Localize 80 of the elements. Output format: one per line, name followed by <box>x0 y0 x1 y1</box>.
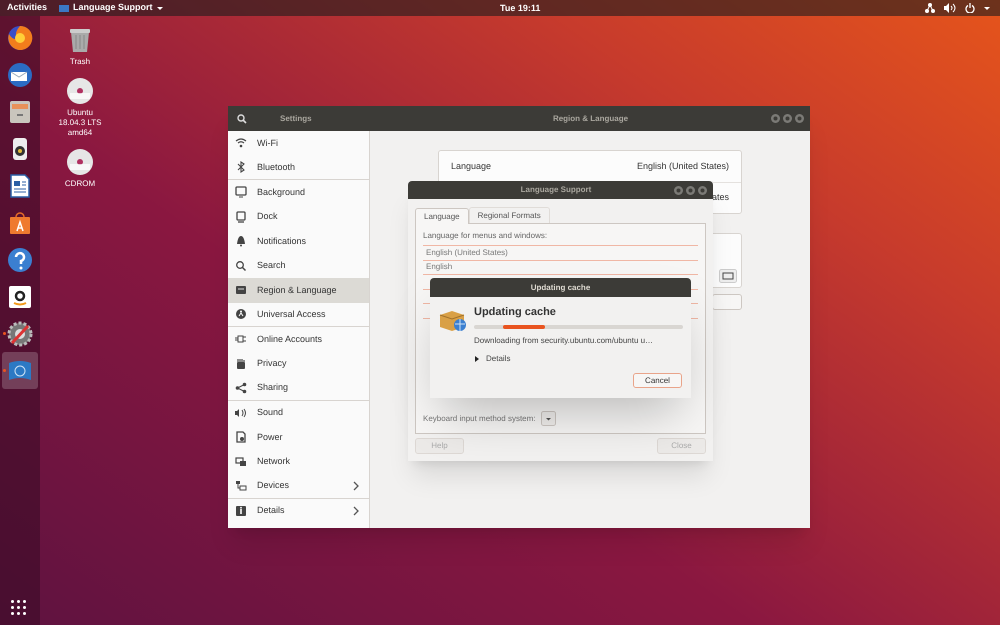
close-button[interactable] <box>795 114 804 123</box>
minimize-button[interactable] <box>674 186 683 194</box>
sidebar-item[interactable]: Power <box>228 425 369 450</box>
cancel-button[interactable]: Cancel <box>633 373 682 388</box>
tab[interactable]: Language <box>415 208 469 224</box>
dialog-title: Updating cache <box>530 282 590 294</box>
app-menu[interactable]: Language Support <box>59 1 163 15</box>
firefox-icon <box>6 24 34 52</box>
sidebar-item[interactable]: Universal Access <box>228 302 369 327</box>
sidebar-icon <box>235 456 247 468</box>
sidebar-icon <box>235 260 247 272</box>
dropdown-button[interactable] <box>540 411 556 426</box>
keyboard-icon[interactable] <box>719 269 737 283</box>
sidebar-icon <box>235 308 247 320</box>
sidebar-icon <box>235 186 247 198</box>
window-title: Language Support <box>520 184 592 196</box>
row-value: ates <box>712 191 729 204</box>
disc-icon <box>66 148 94 176</box>
maximize-button[interactable] <box>686 186 695 194</box>
mail-icon <box>6 60 34 88</box>
sidebar-icon <box>235 137 247 150</box>
sidebar-icon <box>235 406 247 419</box>
sidebar-item[interactable]: Background <box>228 180 369 204</box>
sidebar-icon <box>235 480 247 492</box>
sidebar-item[interactable]: Notifications <box>228 229 369 254</box>
icon-label[interactable]: Ubuntu 18.04.3 LTS amd64 <box>58 108 102 138</box>
language-item[interactable]: English (United States) <box>423 246 698 260</box>
sidebar-item[interactable]: Sharing <box>228 376 369 400</box>
field-label: Keyboard input method system: <box>423 412 536 424</box>
chevron-icon <box>353 506 359 516</box>
dialog-heading: Updating cache <box>474 305 557 319</box>
language-item[interactable]: English <box>423 260 698 275</box>
trash-icon <box>68 26 92 54</box>
caret-icon <box>156 6 163 10</box>
sidebar-item[interactable]: Region & Language <box>228 278 369 302</box>
window-title: Region & Language <box>552 112 628 124</box>
sidebar-icon <box>235 161 247 174</box>
row-label: Language <box>451 160 492 173</box>
expander-icon <box>474 356 480 362</box>
row-value: English (United States) <box>636 160 729 173</box>
sidebar-item[interactable]: Privacy <box>228 352 369 376</box>
sidebar-icon <box>235 504 247 517</box>
sidebar-icon <box>235 284 247 296</box>
disc-icon <box>66 77 94 105</box>
sidebar-item[interactable]: Bluetooth <box>228 156 369 180</box>
sidebar-item[interactable]: Wi-Fi <box>228 131 369 156</box>
sidebar-item[interactable]: Devices <box>228 474 369 498</box>
sidebar-item[interactable]: Details <box>228 498 369 523</box>
volume-icon[interactable] <box>944 3 956 13</box>
show-apps-icon[interactable] <box>11 600 26 615</box>
minimize-button[interactable] <box>771 114 780 123</box>
icon-label[interactable]: Trash <box>70 57 90 67</box>
sidebar-title: Settings <box>280 112 312 124</box>
sidebar-item[interactable]: Dock <box>228 204 369 229</box>
sidebar-item[interactable]: Sound <box>228 400 369 425</box>
network-icon[interactable] <box>925 3 935 13</box>
sidebar-item[interactable]: Online Accounts <box>228 327 369 352</box>
chevron-icon <box>353 480 359 491</box>
status-text: Downloading from security.ubuntu.com/ubuntu u… <box>474 335 654 347</box>
sidebar-icon <box>235 358 247 370</box>
sidebar-icon <box>235 210 247 223</box>
power-icon[interactable] <box>965 3 975 13</box>
search-icon[interactable] <box>237 114 247 124</box>
sidebar-icon <box>235 382 247 394</box>
details-expander[interactable]: Details <box>474 353 683 365</box>
clock[interactable]: Tue 19:11 <box>500 2 540 16</box>
sidebar-item[interactable]: Search <box>228 254 369 278</box>
icon-label[interactable]: CDROM <box>64 179 96 189</box>
list-label: Language for menus and windows: <box>423 230 548 242</box>
caret-icon[interactable] <box>984 6 990 10</box>
close-button[interactable] <box>698 186 707 194</box>
sidebar-icon <box>235 333 247 346</box>
maximize-button[interactable] <box>783 114 792 123</box>
activities-button[interactable]: Activities <box>7 1 48 15</box>
flag-icon <box>59 4 70 12</box>
sidebar-icon <box>235 431 247 444</box>
sidebar-icon <box>235 235 247 248</box>
settings-icon <box>6 320 34 348</box>
help-icon <box>6 246 34 274</box>
sidebar-item[interactable]: Network <box>228 450 369 474</box>
